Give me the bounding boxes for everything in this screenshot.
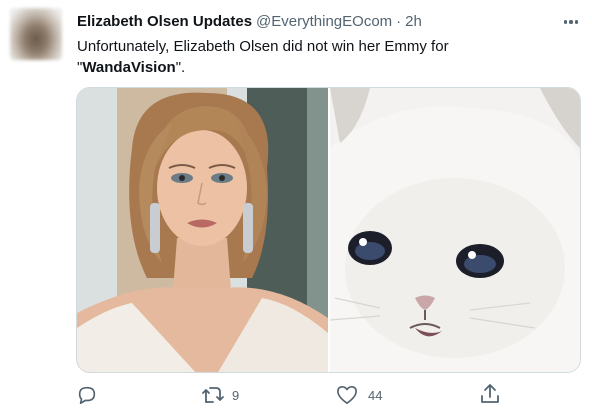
tweet-text-bold: WandaVision [82,59,176,76]
tweet-time[interactable]: 2h [405,13,422,30]
share-icon[interactable] [480,383,500,405]
photo-crying-cat[interactable] [330,88,580,372]
portrait-illustration [77,88,328,372]
photo-woman-portrait[interactable] [77,88,328,372]
more-icon[interactable] [560,12,582,32]
media-grid [76,87,581,373]
crying-cat-illustration [330,88,580,372]
reply-icon[interactable] [76,384,98,406]
tweet-header: Elizabeth Olsen Updates @EverythingEOcom… [77,13,422,33]
tweet[interactable]: Elizabeth Olsen Updates @EverythingEOcom… [0,0,592,416]
avatar[interactable] [10,8,62,60]
display-name[interactable]: Elizabeth Olsen Updates [77,13,252,30]
retweet-icon[interactable] [201,385,225,405]
retweet-count: 9 [232,388,240,403]
like-icon[interactable] [336,385,358,405]
tweet-text-after: ". [175,59,186,76]
tweet-text: Unfortunately, Elizabeth Olsen did not w… [77,36,547,78]
user-handle[interactable]: @EverythingEOcom [256,13,392,30]
like-count: 44 [368,388,383,403]
separator-dot: · [396,13,402,30]
